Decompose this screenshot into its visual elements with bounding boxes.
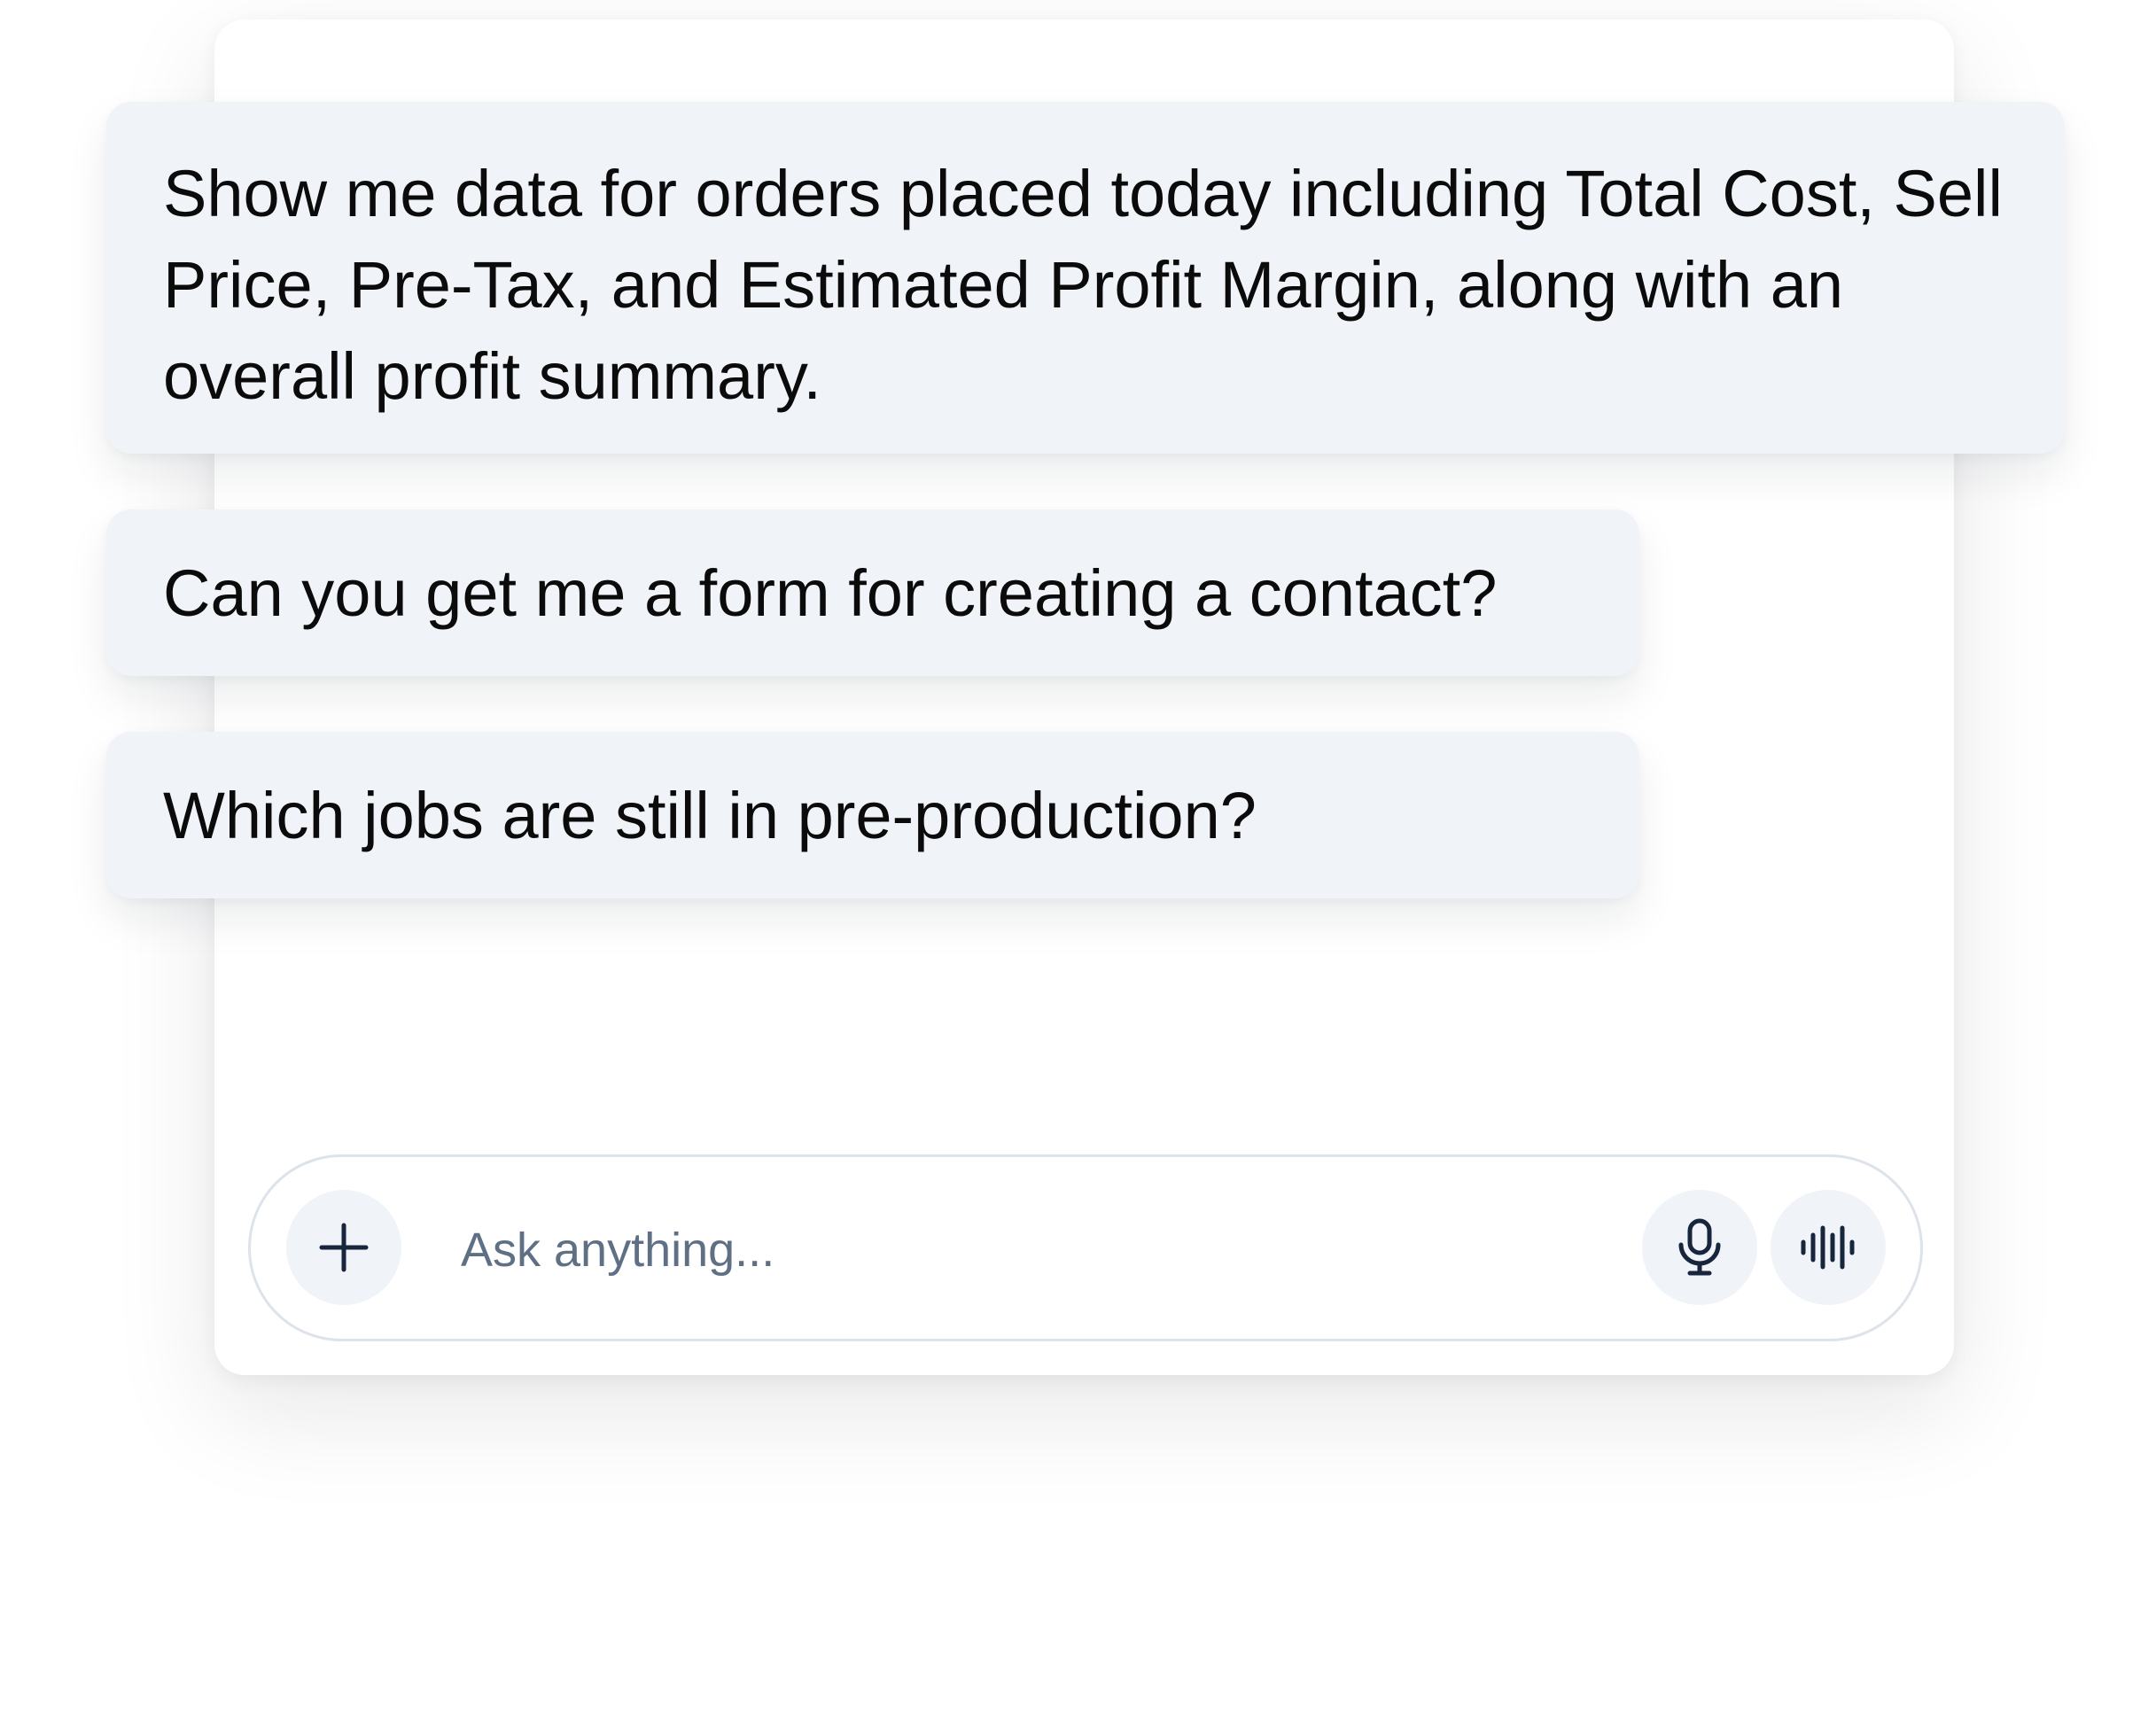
suggestion-text: Which jobs are still in pre-production? — [163, 779, 1257, 852]
voice-mode-button[interactable] — [1771, 1190, 1886, 1305]
suggestion-bubble[interactable]: Which jobs are still in pre-production? — [106, 732, 1639, 898]
suggestion-bubble[interactable]: Can you get me a form for creating a con… — [106, 509, 1639, 676]
add-attachment-button[interactable] — [286, 1190, 401, 1305]
ask-input[interactable] — [461, 1206, 1613, 1294]
suggestion-text: Show me data for orders placed today inc… — [163, 157, 2003, 413]
suggestion-text: Can you get me a form for creating a con… — [163, 556, 1498, 630]
audio-waveform-icon — [1800, 1225, 1856, 1270]
suggestion-bubble[interactable]: Show me data for orders placed today inc… — [106, 102, 2065, 454]
plus-icon — [318, 1222, 370, 1273]
voice-input-button[interactable] — [1642, 1190, 1757, 1305]
message-composer — [248, 1154, 1923, 1341]
microphone-icon — [1673, 1218, 1726, 1277]
